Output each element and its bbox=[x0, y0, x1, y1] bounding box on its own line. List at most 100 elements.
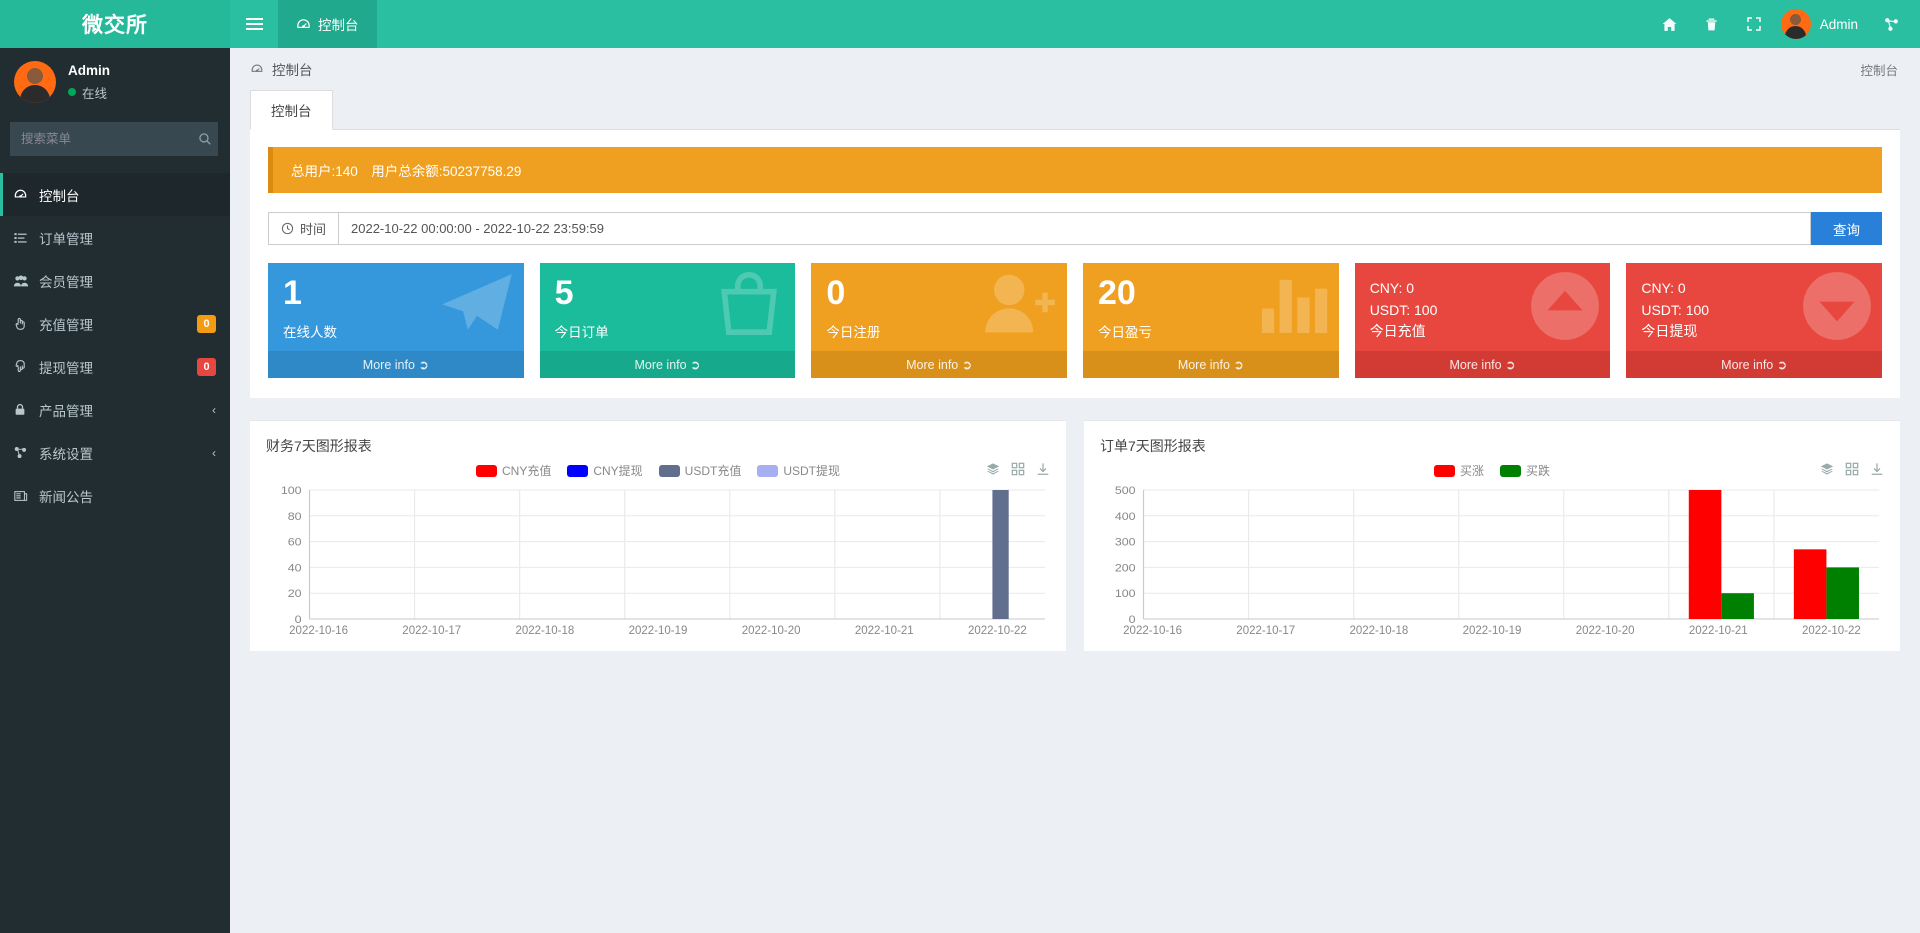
legend-item[interactable]: 买涨 bbox=[1434, 462, 1484, 479]
orders-chart-card: 订单7天图形报表 买涨买跌 bbox=[1084, 420, 1900, 651]
stat-label: 今日注册 bbox=[826, 321, 1052, 341]
x-tick-label: 2022-10-20 bbox=[1549, 625, 1662, 637]
grid-icon[interactable] bbox=[1011, 462, 1025, 479]
legend-item[interactable]: CNY提现 bbox=[567, 462, 642, 479]
list-icon bbox=[13, 231, 39, 245]
svg-text:100: 100 bbox=[281, 485, 302, 497]
more-info-link[interactable]: More info ➲ bbox=[1626, 351, 1882, 378]
legend-label: 买跌 bbox=[1526, 462, 1550, 479]
stat-card-today-recharge: CNY: 0 USDT: 100 今日充值 More info ➲ bbox=[1355, 263, 1611, 378]
sidebar-item-label: 系统设置 bbox=[39, 443, 212, 463]
stat-value: 0 bbox=[826, 276, 1052, 310]
app-brand[interactable]: 微交所 bbox=[0, 0, 230, 48]
legend-swatch bbox=[1500, 465, 1521, 477]
x-tick-label: 2022-10-21 bbox=[1662, 625, 1775, 637]
more-info-link[interactable]: More info ➲ bbox=[1355, 351, 1611, 378]
sidebar-item-settings[interactable]: 系统设置 ‹ bbox=[0, 431, 230, 474]
stat-value: 5 bbox=[555, 276, 781, 310]
sidebar-item-orders[interactable]: 订单管理 bbox=[0, 216, 230, 259]
avatar bbox=[1781, 9, 1811, 39]
stat-value: 20 bbox=[1098, 276, 1324, 310]
search-icon[interactable] bbox=[192, 123, 217, 155]
chart-bar[interactable] bbox=[992, 490, 1008, 619]
sidebar-user-panel[interactable]: Admin 在线 bbox=[0, 48, 230, 116]
clock-icon bbox=[281, 222, 294, 235]
user-name-label: Admin bbox=[1820, 17, 1858, 32]
legend-swatch bbox=[1434, 465, 1455, 477]
tab-dashboard[interactable]: 控制台 bbox=[250, 90, 333, 130]
recharge-label: 今日充值 bbox=[1370, 321, 1596, 343]
chart-bar[interactable] bbox=[1826, 567, 1859, 619]
hand-up-icon bbox=[13, 316, 39, 331]
lock-icon bbox=[13, 402, 39, 417]
trash-icon[interactable] bbox=[1691, 0, 1733, 48]
dashboard-panel: 总用户:140 用户总余额:50237758.29 时间 查询 bbox=[250, 130, 1900, 398]
breadcrumb: 控制台 控制台 bbox=[230, 48, 1920, 90]
legend-item[interactable]: 买跌 bbox=[1500, 462, 1550, 479]
chart-bar[interactable] bbox=[1689, 490, 1722, 619]
dashboard-icon bbox=[13, 187, 39, 202]
top-header: 微交所 控制台 bbox=[0, 0, 1920, 48]
layers-icon[interactable] bbox=[986, 462, 1000, 479]
withdraw-usdt: USDT: 100 bbox=[1641, 300, 1867, 322]
navbar-left: 控制台 bbox=[230, 0, 377, 48]
more-info-link[interactable]: More info ➲ bbox=[540, 351, 796, 378]
sidebar-user-name: Admin bbox=[68, 63, 110, 78]
x-tick-label: 2022-10-18 bbox=[1322, 625, 1435, 637]
chart-legend: CNY充值 CNY提现 USDT充值 USDT提现 bbox=[262, 462, 1054, 479]
legend-label: USDT充值 bbox=[685, 462, 742, 479]
download-icon[interactable] bbox=[1870, 462, 1884, 479]
gear-icon[interactable] bbox=[1870, 0, 1912, 48]
navbar-right: Admin bbox=[1649, 0, 1920, 48]
sidebar-item-news[interactable]: 新闻公告 bbox=[0, 474, 230, 517]
dashboard-icon bbox=[250, 62, 264, 76]
fullscreen-icon[interactable] bbox=[1733, 0, 1775, 48]
sidebar-user-status-label: 在线 bbox=[82, 83, 107, 102]
newspaper-icon bbox=[13, 489, 39, 503]
recharge-cny: CNY: 0 bbox=[1370, 278, 1596, 300]
legend-swatch bbox=[567, 465, 588, 477]
stat-label: 今日订单 bbox=[555, 321, 781, 341]
x-tick-label: 2022-10-20 bbox=[715, 625, 828, 637]
nav-tab-dashboard[interactable]: 控制台 bbox=[278, 0, 377, 48]
svg-text:40: 40 bbox=[288, 562, 302, 574]
summary-alert: 总用户:140 用户总余额:50237758.29 bbox=[268, 147, 1882, 193]
sidebar-badge-withdraw: 0 bbox=[197, 358, 216, 376]
more-info-link[interactable]: More info ➲ bbox=[1083, 351, 1339, 378]
legend-item[interactable]: USDT提现 bbox=[757, 462, 840, 479]
more-info-link[interactable]: More info ➲ bbox=[811, 351, 1067, 378]
date-range-input[interactable] bbox=[338, 212, 1811, 245]
x-tick-label: 2022-10-22 bbox=[941, 625, 1054, 637]
legend-swatch bbox=[476, 465, 497, 477]
user-menu[interactable]: Admin bbox=[1775, 0, 1870, 48]
sidebar-item-withdraw[interactable]: 提现管理 0 bbox=[0, 345, 230, 388]
sidebar-item-label: 会员管理 bbox=[39, 271, 216, 291]
svg-text:400: 400 bbox=[1115, 510, 1136, 522]
chart-bar[interactable] bbox=[1794, 549, 1827, 619]
legend-item[interactable]: CNY充值 bbox=[476, 462, 551, 479]
download-icon[interactable] bbox=[1036, 462, 1050, 479]
home-icon[interactable] bbox=[1649, 0, 1691, 48]
search-input[interactable] bbox=[11, 123, 192, 155]
sidebar-item-dashboard[interactable]: 控制台 bbox=[0, 173, 230, 216]
layers-icon[interactable] bbox=[1820, 462, 1834, 479]
sidebar-item-recharge[interactable]: 充值管理 0 bbox=[0, 302, 230, 345]
grid-icon[interactable] bbox=[1845, 462, 1859, 479]
stat-value: 1 bbox=[283, 276, 509, 310]
sidebar-item-label: 产品管理 bbox=[39, 400, 212, 420]
sidebar-item-members[interactable]: 会员管理 bbox=[0, 259, 230, 302]
legend-item[interactable]: USDT充值 bbox=[659, 462, 742, 479]
x-tick-label: 2022-10-16 bbox=[262, 625, 375, 637]
sidebar-item-products[interactable]: 产品管理 ‹ bbox=[0, 388, 230, 431]
filter-row: 时间 查询 bbox=[268, 212, 1882, 245]
orders-chart: 买涨买跌 0100200300400500 bbox=[1096, 462, 1888, 637]
time-addon: 时间 bbox=[268, 212, 338, 245]
sidebar-item-label: 控制台 bbox=[39, 185, 216, 205]
query-button[interactable]: 查询 bbox=[1811, 212, 1882, 245]
more-info-link[interactable]: More info ➲ bbox=[268, 351, 524, 378]
hamburger-icon[interactable] bbox=[230, 0, 278, 48]
stat-label: 今日盈亏 bbox=[1098, 321, 1324, 341]
x-tick-label: 2022-10-22 bbox=[1775, 625, 1888, 637]
chart-bar[interactable] bbox=[1721, 593, 1754, 619]
stat-card-profit: 20 今日盈亏 More info ➲ bbox=[1083, 263, 1339, 378]
